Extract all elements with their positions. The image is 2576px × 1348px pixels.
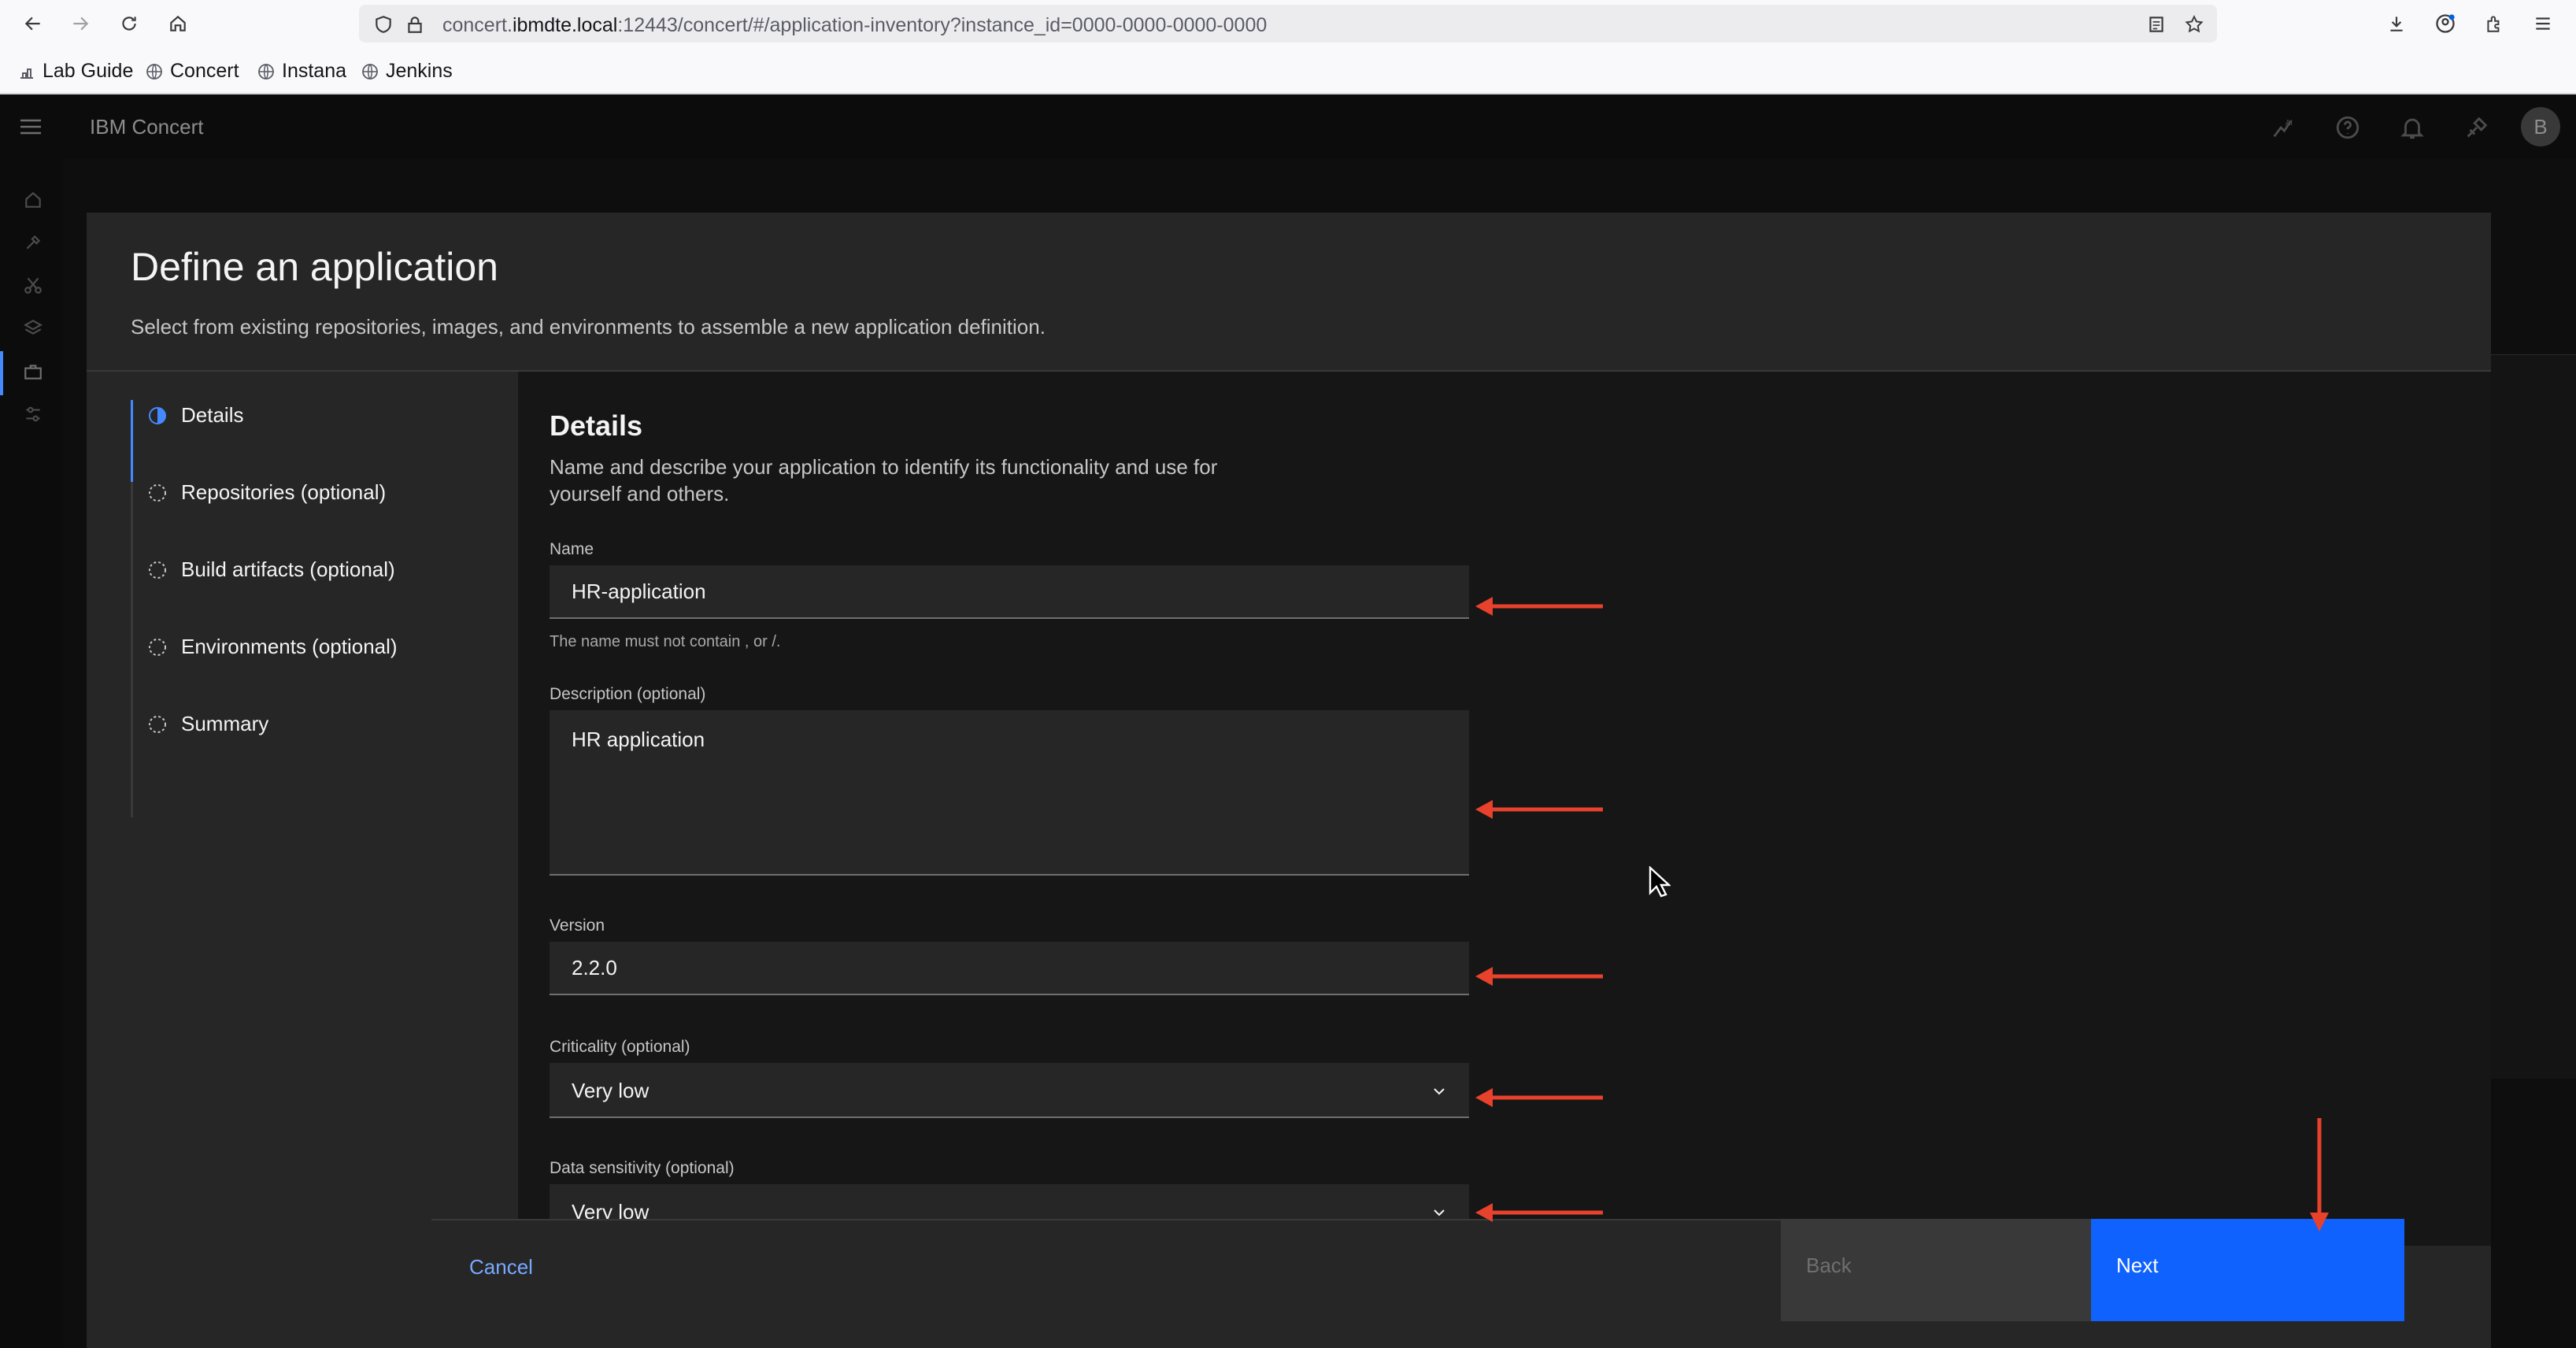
bookmark-jenkins[interactable]: Jenkins xyxy=(361,60,453,83)
bookmark-instana[interactable]: Instana xyxy=(257,60,346,83)
cancel-label: Cancel xyxy=(469,1255,533,1279)
chevron-down-icon xyxy=(1434,1088,1445,1095)
back-button[interactable]: Back xyxy=(1781,1219,2091,1321)
svg-text:AI: AI xyxy=(2285,119,2293,128)
step-repositories[interactable]: Repositories (optional) xyxy=(148,480,386,505)
back-label: Back xyxy=(1806,1254,1852,1277)
browser-toolbar: concert.ibmdte.local:12443/concert/#/app… xyxy=(0,0,2576,47)
bookmark-star-icon[interactable] xyxy=(2184,14,2204,39)
account-icon[interactable] xyxy=(2431,9,2459,38)
app-brand[interactable]: IBM Concert xyxy=(90,115,204,139)
step-incomplete-icon xyxy=(149,715,166,733)
globe-icon xyxy=(362,63,378,80)
home-icon[interactable] xyxy=(164,9,192,38)
help-icon[interactable] xyxy=(2332,112,2363,143)
sliders-nav-icon[interactable] xyxy=(19,400,47,428)
description-textarea[interactable]: HR application xyxy=(550,710,1469,876)
layers-nav-icon[interactable] xyxy=(19,313,47,342)
settings-tools-icon[interactable] xyxy=(2461,112,2493,143)
bookmark-lab-guide[interactable]: Lab Guide xyxy=(17,60,133,83)
name-label: Name xyxy=(550,540,594,558)
extensions-icon[interactable] xyxy=(2480,9,2508,38)
version-label: Version xyxy=(550,917,605,935)
globe-icon xyxy=(258,63,274,80)
define-application-modal: Define an application Select from existi… xyxy=(87,213,2491,1348)
criticality-dropdown[interactable]: Very low xyxy=(550,1063,1469,1118)
step-incomplete-icon xyxy=(149,638,166,656)
lab-icon xyxy=(20,68,33,79)
home-nav-icon[interactable] xyxy=(19,186,47,214)
step-build-artifacts[interactable]: Build artifacts (optional) xyxy=(148,557,395,582)
avatar[interactable]: B xyxy=(2521,107,2560,146)
annotation-arrow-criticality xyxy=(1475,1088,1603,1107)
briefcase-nav-icon[interactable] xyxy=(19,357,47,386)
forward-arrow-icon[interactable] xyxy=(66,9,94,38)
version-input[interactable] xyxy=(550,942,1469,995)
menu-icon[interactable] xyxy=(2529,9,2557,38)
modal-footer: Cancel Back Next xyxy=(431,1219,2404,1348)
scissors-nav-icon[interactable] xyxy=(19,271,47,299)
annotation-arrow-sensitivity xyxy=(1475,1203,1603,1222)
next-button[interactable]: Next xyxy=(2091,1219,2404,1321)
criticality-label: Criticality (optional) xyxy=(550,1038,690,1056)
name-helper-text: The name must not contain , or /. xyxy=(550,633,781,650)
download-icon[interactable] xyxy=(2382,9,2411,38)
criticality-value: Very low xyxy=(572,1079,650,1102)
app-header: IBM Concert AI B xyxy=(0,94,2576,159)
progress-track-active xyxy=(131,400,133,482)
side-navigation-rail xyxy=(0,159,63,1348)
ai-assistant-icon[interactable]: AI xyxy=(2267,112,2299,143)
cancel-button[interactable]: Cancel xyxy=(431,1219,1781,1321)
annotation-arrow-description xyxy=(1475,800,1603,819)
mouse-cursor-icon xyxy=(1649,866,1671,898)
section-description: Name and describe your application to id… xyxy=(550,455,1218,506)
step-summary[interactable]: Summary xyxy=(148,712,268,736)
description-label: Description (optional) xyxy=(550,685,706,703)
annotation-arrow-next xyxy=(2310,1118,2329,1231)
modal-subtitle: Select from existing repositories, image… xyxy=(131,315,1046,339)
annotation-arrow-name xyxy=(1475,597,1603,616)
bookmark-concert[interactable]: Concert xyxy=(145,60,239,83)
progress-indicator: Details Repositories (optional) Build ar… xyxy=(131,372,516,1348)
active-nav-indicator xyxy=(0,351,3,395)
section-title: Details xyxy=(550,409,643,442)
step-incomplete-icon xyxy=(149,483,166,502)
tools-nav-icon[interactable] xyxy=(19,228,47,257)
hamburger-icon[interactable] xyxy=(19,117,43,141)
reload-icon[interactable] xyxy=(115,9,143,38)
url-text[interactable]: concert.ibmdte.local:12443/concert/#/app… xyxy=(442,14,1267,37)
name-input[interactable] xyxy=(550,565,1469,619)
modal-title: Define an application xyxy=(131,245,498,289)
lock-icon xyxy=(405,14,425,39)
globe-icon xyxy=(146,63,162,80)
bookmarks-bar: Lab Guide Concert Instana Jenkins xyxy=(0,47,2576,94)
step-environments[interactable]: Environments (optional) xyxy=(148,635,398,659)
background-page-panel xyxy=(2488,354,2576,1079)
sensitivity-label: Data sensitivity (optional) xyxy=(550,1159,735,1177)
annotation-arrow-version xyxy=(1475,967,1603,986)
shield-icon xyxy=(373,14,394,39)
back-arrow-icon[interactable] xyxy=(19,9,47,38)
next-label: Next xyxy=(2116,1254,2159,1277)
address-bar[interactable]: concert.ibmdte.local:12443/concert/#/app… xyxy=(359,5,2217,43)
step-incomplete-icon xyxy=(149,561,166,579)
step-details[interactable]: Details xyxy=(148,403,243,428)
app-shell: IBM Concert AI B Define an application S… xyxy=(0,94,2576,1348)
chevron-down-icon xyxy=(1434,1209,1445,1217)
step-current-icon xyxy=(149,406,166,424)
reader-view-icon[interactable] xyxy=(2146,14,2167,39)
notification-bell-icon[interactable] xyxy=(2396,112,2428,143)
